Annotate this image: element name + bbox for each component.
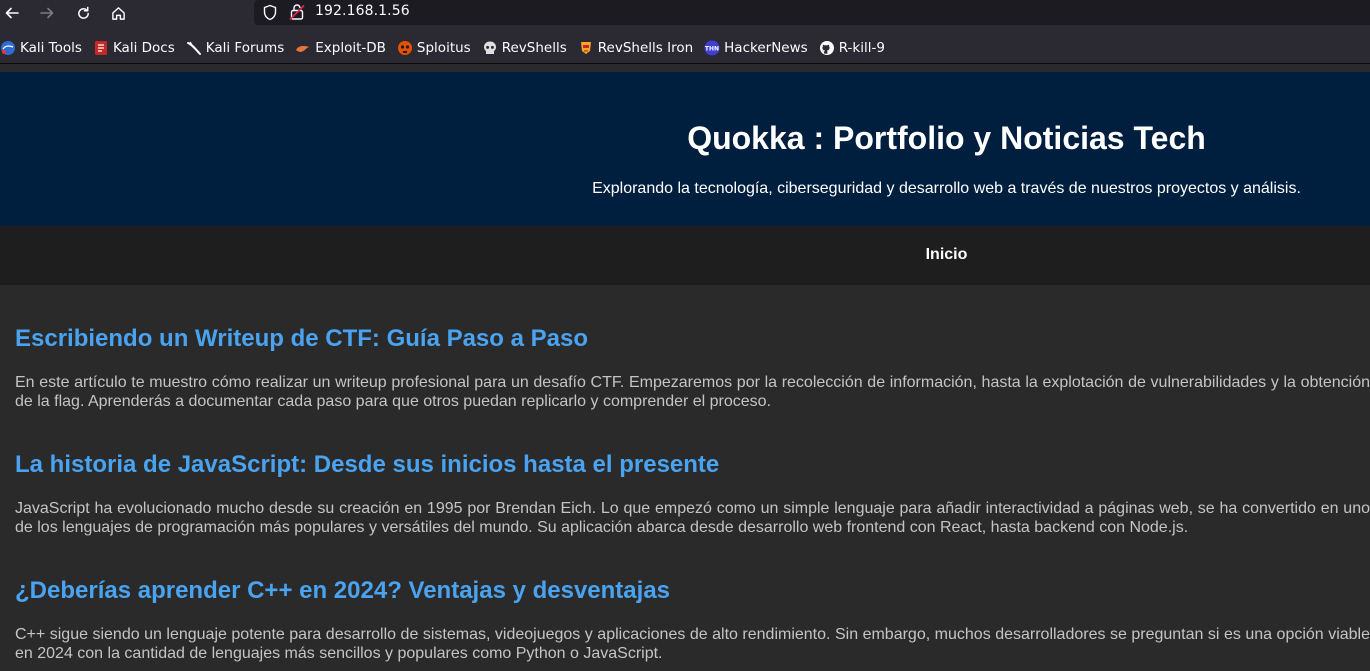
- article-title[interactable]: ¿Deberías aprender C++ en 2024? Ventajas…: [15, 577, 670, 605]
- site-header: Quokka : Portfolio y Noticias Tech Explo…: [0, 72, 1370, 226]
- bookmark-label: Sploitus: [416, 39, 471, 56]
- browser-toolbar: 192.168.1.56: [0, 0, 1370, 27]
- arrow-left-icon: [5, 7, 19, 19]
- bookmark-label: Exploit-DB: [315, 39, 386, 56]
- svg-text:THN: THN: [705, 45, 719, 52]
- site-nav: Inicio: [0, 226, 1370, 285]
- kali-forums-icon: [186, 40, 202, 56]
- iron-icon: [578, 40, 594, 56]
- article-body: C++ sigue siendo un lenguaje potente par…: [15, 626, 1370, 662]
- exploit-db-icon: [295, 40, 311, 56]
- bookmark-label: Kali Docs: [112, 39, 175, 56]
- skull-icon: [482, 40, 498, 56]
- bookmark-label: Kali Tools: [20, 39, 82, 56]
- url-text[interactable]: 192.168.1.56: [315, 3, 410, 19]
- kali-tools-icon: [0, 40, 16, 56]
- github-icon: [819, 40, 835, 56]
- site-subtitle: Explorando la tecnología, ciberseguridad…: [592, 180, 1301, 197]
- reload-icon: [77, 6, 89, 19]
- article-body: En este artículo te muestro cómo realiza…: [15, 374, 1370, 410]
- insecure-lock-icon[interactable]: [289, 3, 305, 25]
- arrow-right-icon: [40, 7, 54, 19]
- reload-button[interactable]: [71, 2, 95, 24]
- bookmark-exploit-db[interactable]: Exploit-DB: [295, 33, 386, 62]
- article-body: JavaScript ha evolucionado mucho desde s…: [15, 500, 1370, 536]
- back-button[interactable]: [0, 2, 24, 24]
- shield-icon[interactable]: [262, 4, 278, 25]
- bookmark-label: Kali Forums: [205, 39, 285, 56]
- site-title: Quokka : Portfolio y Noticias Tech: [687, 120, 1206, 156]
- bookmark-label: R-kill-9: [838, 39, 885, 56]
- bookmarks-toolbar: Kali Tools Kali Docs Kali Forums Exploit…: [0, 33, 1370, 62]
- bookmark-kali-tools[interactable]: Kali Tools: [0, 33, 82, 62]
- bookmark-kali-docs[interactable]: Kali Docs: [93, 33, 175, 62]
- forward-button[interactable]: [35, 2, 59, 24]
- article-title[interactable]: La historia de JavaScript: Desde sus ini…: [15, 451, 719, 479]
- sploitus-icon: [397, 40, 413, 56]
- bookmark-label: HackerNews: [724, 39, 808, 56]
- nav-link-inicio[interactable]: Inicio: [0, 246, 1370, 264]
- bookmark-label: RevShells Iron: [597, 39, 694, 56]
- bookmark-r-kill-9[interactable]: R-kill-9: [819, 33, 885, 62]
- bookmark-revshells-iron[interactable]: RevShells Iron: [578, 33, 693, 62]
- bookmark-hackernews[interactable]: THN HackerNews: [704, 33, 808, 62]
- home-icon: [111, 6, 125, 20]
- home-button[interactable]: [106, 2, 130, 24]
- hackernews-icon: THN: [704, 40, 720, 56]
- bookmark-kali-forums[interactable]: Kali Forums: [186, 33, 285, 62]
- bookmark-sploitus[interactable]: Sploitus: [397, 33, 471, 62]
- address-bar[interactable]: 192.168.1.56: [254, 0, 1370, 25]
- article-title[interactable]: Escribiendo un Writeup de CTF: Guía Paso…: [15, 325, 588, 353]
- bookmark-label: RevShells: [501, 39, 567, 56]
- bookmark-revshells[interactable]: RevShells: [482, 33, 567, 62]
- kali-docs-icon: [93, 40, 109, 56]
- page-viewport: Quokka : Portfolio y Noticias Tech Explo…: [0, 64, 1370, 671]
